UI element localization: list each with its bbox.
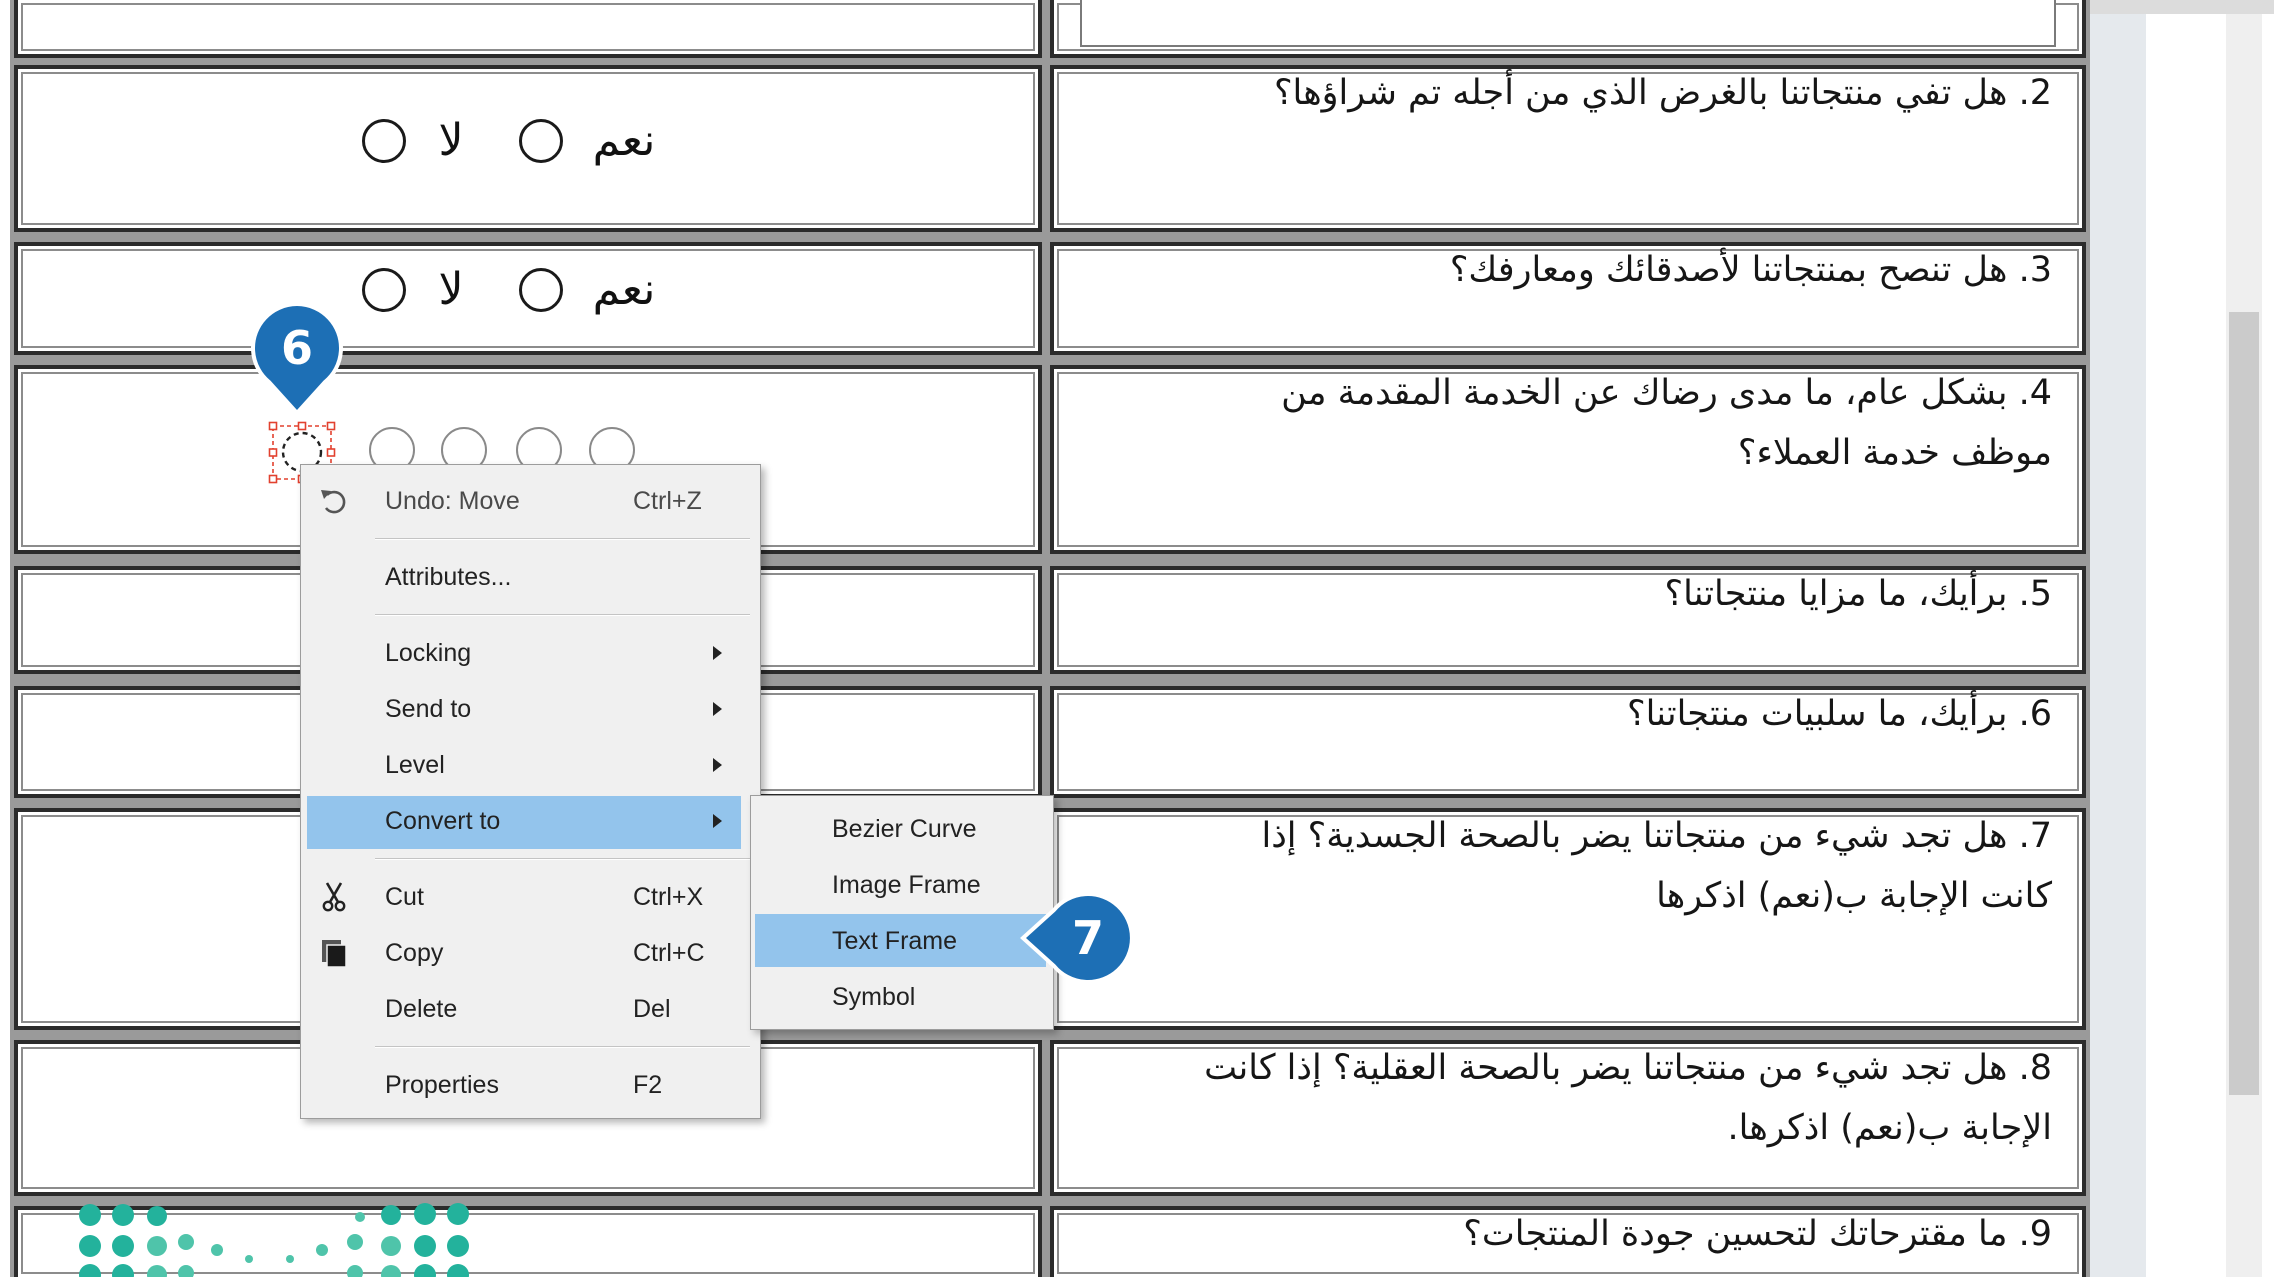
question-line: 3. هل تنصح بمنتجاتنا لأصدقائك ومعارفك؟: [1449, 250, 2052, 290]
menu-item-delete[interactable]: Delete Del: [301, 981, 760, 1037]
menu-item-attributes[interactable]: Attributes...: [301, 549, 760, 605]
yes-label: نعم: [592, 115, 656, 166]
question-line: الإجابة ب(نعم) اذكرها.: [1727, 1108, 2052, 1148]
menu-item-properties[interactable]: Properties F2: [301, 1057, 760, 1113]
convert-to-submenu: Bezier Curve Image Frame Text Frame Symb…: [750, 795, 1054, 1030]
question-text: 5. برأيك، ما مزايا منتجاتنا؟: [1070, 570, 2053, 624]
menu-item-label: Attributes...: [385, 563, 512, 591]
no-radio[interactable]: [362, 268, 406, 312]
question-cell[interactable]: 7. هل تجد شيء من منتجاتنا يضر بالصحة الج…: [1050, 808, 2086, 1030]
menu-item-convert-to[interactable]: Convert to: [301, 793, 760, 849]
menu-item-highlight: [307, 796, 741, 849]
question-cell[interactable]: 6. برأيك، ما سلبيات منتجاتنا؟: [1050, 686, 2086, 798]
submenu-arrow-icon: [713, 758, 722, 772]
vertical-scrollbar-thumb[interactable]: [2229, 312, 2259, 1095]
menu-item-undo[interactable]: Undo: Move Ctrl+Z: [301, 473, 760, 529]
menu-separator: [301, 1037, 760, 1057]
submenu-arrow-icon: [713, 814, 722, 828]
question-text: 3. هل تنصح بمنتجاتنا لأصدقائك ومعارفك؟: [1070, 246, 2052, 300]
question-line: 2. هل تفي منتجاتنا بالغرض الذي من أجله ت…: [1273, 73, 2052, 113]
question-cell[interactable]: 3. هل تنصح بمنتجاتنا لأصدقائك ومعارفك؟: [1050, 242, 2086, 355]
submenu-item-bezier-curve[interactable]: Bezier Curve: [751, 801, 1053, 857]
question-text: 4. بشكل عام، ما مدى رضاك عن الخدمة المقد…: [1070, 369, 2052, 483]
yes-radio[interactable]: [519, 119, 563, 163]
undo-icon: [318, 485, 350, 517]
menu-item-label: Copy: [385, 939, 444, 967]
submenu-item-label: Text Frame: [832, 927, 958, 955]
question-cell[interactable]: 2. هل تفي منتجاتنا بالغرض الذي من أجله ت…: [1050, 65, 2086, 232]
submenu-arrow-icon: [713, 702, 722, 716]
no-radio[interactable]: [362, 119, 406, 163]
editor-canvas: 2. هل تفي منتجاتنا بالغرض الذي من أجله ت…: [0, 0, 2274, 1277]
ministry-logo: [79, 1203, 469, 1277]
question-line: 4. بشكل عام، ما مدى رضاك عن الخدمة المقد…: [1281, 373, 2052, 413]
question-text: 2. هل تفي منتجاتنا بالغرض الذي من أجله ت…: [1070, 69, 2052, 123]
menu-item-shortcut: Ctrl+C: [633, 939, 705, 967]
menu-item-locking[interactable]: Locking: [301, 625, 760, 681]
menu-item-cut[interactable]: Cut Ctrl+X: [301, 869, 760, 925]
question-cell[interactable]: [1050, 0, 2086, 58]
submenu-item-label: Symbol: [832, 983, 916, 1011]
menu-item-shortcut: F2: [633, 1071, 663, 1099]
menu-separator: [301, 605, 760, 625]
question-cell[interactable]: 4. بشكل عام، ما مدى رضاك عن الخدمة المقد…: [1050, 365, 2086, 554]
submenu-item-label: Image Frame: [832, 871, 981, 899]
no-label: لا: [438, 264, 464, 315]
yes-label: نعم: [592, 264, 656, 315]
question-text: 8. هل تجد شيء من منتجاتنا يضر بالصحة الع…: [1070, 1044, 2052, 1158]
yes-radio[interactable]: [519, 268, 563, 312]
menu-item-label: Delete: [385, 995, 458, 1023]
question-line: كانت الإجابة ب(نعم) اذكرها: [1656, 876, 2052, 916]
menu-item-shortcut: Del: [633, 995, 671, 1023]
answer-cell[interactable]: [14, 0, 1042, 58]
menu-item-send-to[interactable]: Send to: [301, 681, 760, 737]
submenu-item-label: Bezier Curve: [832, 815, 977, 843]
no-label: لا: [438, 115, 464, 166]
menu-item-level[interactable]: Level: [301, 737, 760, 793]
question-line: 9. ما مقترحاتك لتحسين جودة المنتجات؟: [1463, 1214, 2052, 1254]
menu-item-label: Locking: [385, 639, 472, 667]
menu-item-copy[interactable]: Copy Ctrl+C: [301, 925, 760, 981]
question-cell[interactable]: 5. برأيك، ما مزايا منتجاتنا؟: [1050, 566, 2086, 674]
text-frame[interactable]: [1080, 0, 2056, 47]
question-cell[interactable]: 9. ما مقترحاتك لتحسين جودة المنتجات؟: [1050, 1206, 2086, 1277]
scissors-icon: [318, 881, 350, 913]
copy-icon: [318, 937, 350, 969]
menu-item-label: Send to: [385, 695, 472, 723]
submenu-item-text-frame[interactable]: Text Frame: [751, 913, 1053, 969]
question-text: 7. هل تجد شيء من منتجاتنا يضر بالصحة الج…: [1070, 812, 2052, 926]
menu-separator: [301, 849, 760, 869]
question-line: 8. هل تجد شيء من منتجاتنا يضر بالصحة الع…: [1204, 1048, 2052, 1088]
menu-item-label: Properties: [385, 1071, 499, 1099]
menu-item-label: Level: [385, 751, 445, 779]
menu-separator: [301, 529, 760, 549]
question-text: 9. ما مقترحاتك لتحسين جودة المنتجات؟: [1070, 1210, 2052, 1264]
menu-item-label: Cut: [385, 883, 424, 911]
context-menu: Undo: Move Ctrl+Z Attributes... Locking …: [300, 464, 761, 1119]
question-line: 6. برأيك، ما سلبيات منتجاتنا؟: [1627, 694, 2052, 734]
question-text: 6. برأيك، ما سلبيات منتجاتنا؟: [1070, 690, 2052, 744]
pasteboard-gutter: [2090, 0, 2146, 1277]
menu-item-shortcut: Ctrl+Z: [633, 487, 702, 515]
callout-number: 6: [280, 321, 313, 375]
pasteboard-area: [2146, 0, 2226, 1277]
menu-item-shortcut: Ctrl+X: [633, 883, 704, 911]
question-line: موظف خدمة العملاء؟: [1737, 433, 2052, 473]
submenu-item-symbol[interactable]: Symbol: [751, 969, 1053, 1025]
question-cell[interactable]: 8. هل تجد شيء من منتجاتنا يضر بالصحة الع…: [1050, 1040, 2086, 1196]
top-edge-band: [2090, 0, 2274, 14]
callout-number: 7: [1071, 911, 1104, 965]
submenu-item-image-frame[interactable]: Image Frame: [751, 857, 1053, 913]
menu-item-label: Convert to: [385, 807, 501, 835]
question-line: 5. برأيك، ما مزايا منتجاتنا؟: [1664, 574, 2053, 614]
submenu-arrow-icon: [713, 646, 722, 660]
menu-item-label: Undo: Move: [385, 487, 520, 515]
question-line: 7. هل تجد شيء من منتجاتنا يضر بالصحة الج…: [1261, 816, 2052, 856]
